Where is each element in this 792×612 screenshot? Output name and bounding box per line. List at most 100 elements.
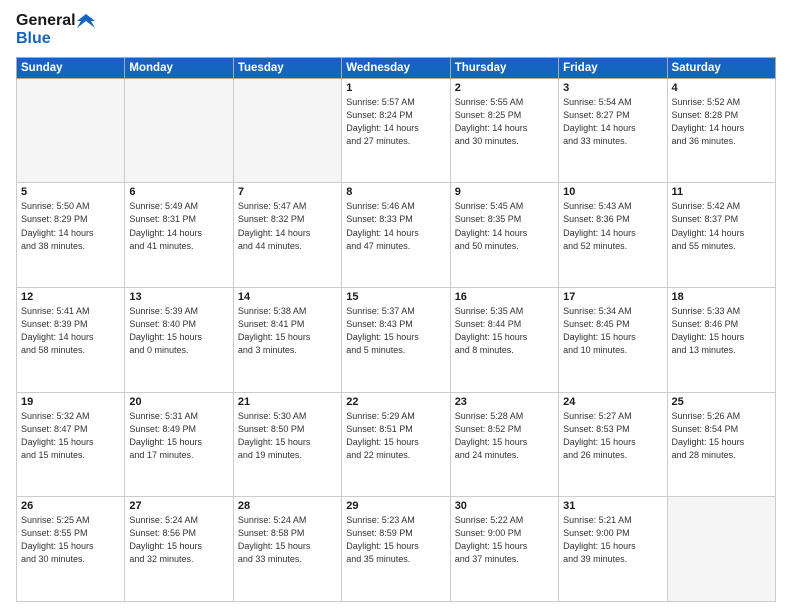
calendar-cell: 24 Sunrise: 5:27 AM Sunset: 8:53 PM Dayli… [559,392,667,497]
calendar-cell: 10 Sunrise: 5:43 AM Sunset: 8:36 PM Dayli… [559,183,667,288]
day-number: 27 [129,500,228,512]
calendar-body: 1 Sunrise: 5:57 AM Sunset: 8:24 PM Daylig… [17,78,776,601]
calendar-cell: 29 Sunrise: 5:23 AM Sunset: 8:59 PM Dayli… [342,497,450,602]
day-number: 26 [21,500,120,512]
day-info: Sunrise: 5:24 AM Sunset: 8:58 PM Dayligh… [238,514,337,566]
day-info: Sunrise: 5:46 AM Sunset: 8:33 PM Dayligh… [346,200,445,252]
day-info: Sunrise: 5:23 AM Sunset: 8:59 PM Dayligh… [346,514,445,566]
day-info: Sunrise: 5:22 AM Sunset: 9:00 PM Dayligh… [455,514,554,566]
day-number: 31 [563,500,662,512]
calendar-week-row: 5 Sunrise: 5:50 AM Sunset: 8:29 PM Daylig… [17,183,776,288]
calendar-cell: 19Sunrise: 5:32 AM Sunset: 8:47 PM Dayli… [17,392,125,497]
weekday-header-cell: Friday [559,57,667,78]
day-number: 11 [672,186,771,198]
logo-bird-icon [77,14,95,28]
day-number: 10 [563,186,662,198]
calendar-cell [233,78,341,183]
day-info: Sunrise: 5:50 AM Sunset: 8:29 PM Dayligh… [21,200,120,252]
day-info: Sunrise: 5:37 AM Sunset: 8:43 PM Dayligh… [346,305,445,357]
day-info: Sunrise: 5:47 AM Sunset: 8:32 PM Dayligh… [238,200,337,252]
day-number: 29 [346,500,445,512]
calendar-cell [17,78,125,183]
calendar-cell: 20 Sunrise: 5:31 AM Sunset: 8:49 PM Dayli… [125,392,233,497]
day-info: Sunrise: 5:52 AM Sunset: 8:28 PM Dayligh… [672,96,771,148]
day-info: Sunrise: 5:34 AM Sunset: 8:45 PM Dayligh… [563,305,662,357]
day-info: Sunrise: 5:29 AM Sunset: 8:51 PM Dayligh… [346,410,445,462]
day-info: Sunrise: 5:43 AM Sunset: 8:36 PM Dayligh… [563,200,662,252]
calendar-cell: 21 Sunrise: 5:30 AM Sunset: 8:50 PM Dayli… [233,392,341,497]
day-info: Sunrise: 5:27 AM Sunset: 8:53 PM Dayligh… [563,410,662,462]
day-number: 13 [129,291,228,303]
calendar-cell: 5 Sunrise: 5:50 AM Sunset: 8:29 PM Daylig… [17,183,125,288]
weekday-header-row: SundayMondayTuesdayWednesdayThursdayFrid… [17,57,776,78]
day-info: Sunrise: 5:24 AM Sunset: 8:56 PM Dayligh… [129,514,228,566]
calendar-week-row: 26 Sunrise: 5:25 AM Sunset: 8:55 PM Dayli… [17,497,776,602]
day-number: 21 [238,396,337,408]
calendar-cell: 15 Sunrise: 5:37 AM Sunset: 8:43 PM Dayli… [342,288,450,393]
day-number: 22 [346,396,445,408]
calendar-week-row: 19Sunrise: 5:32 AM Sunset: 8:47 PM Dayli… [17,392,776,497]
day-info: Sunrise: 5:39 AM Sunset: 8:40 PM Dayligh… [129,305,228,357]
calendar-cell: 8 Sunrise: 5:46 AM Sunset: 8:33 PM Daylig… [342,183,450,288]
calendar-cell: 16Sunrise: 5:35 AM Sunset: 8:44 PM Dayli… [450,288,558,393]
day-number: 9 [455,186,554,198]
calendar-week-row: 12Sunrise: 5:41 AM Sunset: 8:39 PM Dayli… [17,288,776,393]
calendar-cell: 1 Sunrise: 5:57 AM Sunset: 8:24 PM Daylig… [342,78,450,183]
day-info: Sunrise: 5:49 AM Sunset: 8:31 PM Dayligh… [129,200,228,252]
calendar-cell: 2 Sunrise: 5:55 AM Sunset: 8:25 PM Daylig… [450,78,558,183]
day-number: 28 [238,500,337,512]
calendar-cell: 18Sunrise: 5:33 AM Sunset: 8:46 PM Dayli… [667,288,775,393]
day-number: 15 [346,291,445,303]
day-number: 5 [21,186,120,198]
calendar-cell: 4 Sunrise: 5:52 AM Sunset: 8:28 PM Daylig… [667,78,775,183]
day-info: Sunrise: 5:25 AM Sunset: 8:55 PM Dayligh… [21,514,120,566]
calendar-cell: 22 Sunrise: 5:29 AM Sunset: 8:51 PM Dayli… [342,392,450,497]
page: General Blue SundayMondayTuesdayWednesda… [0,0,792,612]
logo-text: General Blue [16,12,95,49]
calendar-cell: 28 Sunrise: 5:24 AM Sunset: 8:58 PM Dayli… [233,497,341,602]
weekday-header-cell: Tuesday [233,57,341,78]
day-number: 12 [21,291,120,303]
weekday-header-cell: Wednesday [342,57,450,78]
day-number: 4 [672,82,771,94]
day-info: Sunrise: 5:31 AM Sunset: 8:49 PM Dayligh… [129,410,228,462]
calendar-cell: 31Sunrise: 5:21 AM Sunset: 9:00 PM Dayli… [559,497,667,602]
calendar-cell: 13 Sunrise: 5:39 AM Sunset: 8:40 PM Dayli… [125,288,233,393]
day-info: Sunrise: 5:57 AM Sunset: 8:24 PM Dayligh… [346,96,445,148]
calendar-cell: 14Sunrise: 5:38 AM Sunset: 8:41 PM Dayli… [233,288,341,393]
calendar-cell: 6Sunrise: 5:49 AM Sunset: 8:31 PM Daylig… [125,183,233,288]
day-info: Sunrise: 5:38 AM Sunset: 8:41 PM Dayligh… [238,305,337,357]
calendar-table: SundayMondayTuesdayWednesdayThursdayFrid… [16,57,776,602]
calendar-cell: 27 Sunrise: 5:24 AM Sunset: 8:56 PM Dayli… [125,497,233,602]
day-number: 8 [346,186,445,198]
day-number: 3 [563,82,662,94]
day-number: 7 [238,186,337,198]
calendar-cell: 25 Sunrise: 5:26 AM Sunset: 8:54 PM Dayli… [667,392,775,497]
calendar-cell: 11 Sunrise: 5:42 AM Sunset: 8:37 PM Dayli… [667,183,775,288]
day-number: 25 [672,396,771,408]
weekday-header-cell: Thursday [450,57,558,78]
calendar-cell: 26 Sunrise: 5:25 AM Sunset: 8:55 PM Dayli… [17,497,125,602]
day-info: Sunrise: 5:30 AM Sunset: 8:50 PM Dayligh… [238,410,337,462]
weekday-header-cell: Monday [125,57,233,78]
day-number: 30 [455,500,554,512]
day-info: Sunrise: 5:55 AM Sunset: 8:25 PM Dayligh… [455,96,554,148]
calendar-cell: 3Sunrise: 5:54 AM Sunset: 8:27 PM Daylig… [559,78,667,183]
calendar-cell: 7 Sunrise: 5:47 AM Sunset: 8:32 PM Daylig… [233,183,341,288]
calendar-cell: 9Sunrise: 5:45 AM Sunset: 8:35 PM Daylig… [450,183,558,288]
calendar-cell [125,78,233,183]
calendar-cell: 30 Sunrise: 5:22 AM Sunset: 9:00 PM Dayli… [450,497,558,602]
day-number: 24 [563,396,662,408]
day-number: 17 [563,291,662,303]
weekday-header-cell: Sunday [17,57,125,78]
day-number: 20 [129,396,228,408]
day-info: Sunrise: 5:28 AM Sunset: 8:52 PM Dayligh… [455,410,554,462]
day-number: 1 [346,82,445,94]
day-number: 19 [21,396,120,408]
day-info: Sunrise: 5:26 AM Sunset: 8:54 PM Dayligh… [672,410,771,462]
day-info: Sunrise: 5:33 AM Sunset: 8:46 PM Dayligh… [672,305,771,357]
calendar-cell: 12Sunrise: 5:41 AM Sunset: 8:39 PM Dayli… [17,288,125,393]
day-number: 2 [455,82,554,94]
day-info: Sunrise: 5:42 AM Sunset: 8:37 PM Dayligh… [672,200,771,252]
calendar-week-row: 1 Sunrise: 5:57 AM Sunset: 8:24 PM Daylig… [17,78,776,183]
